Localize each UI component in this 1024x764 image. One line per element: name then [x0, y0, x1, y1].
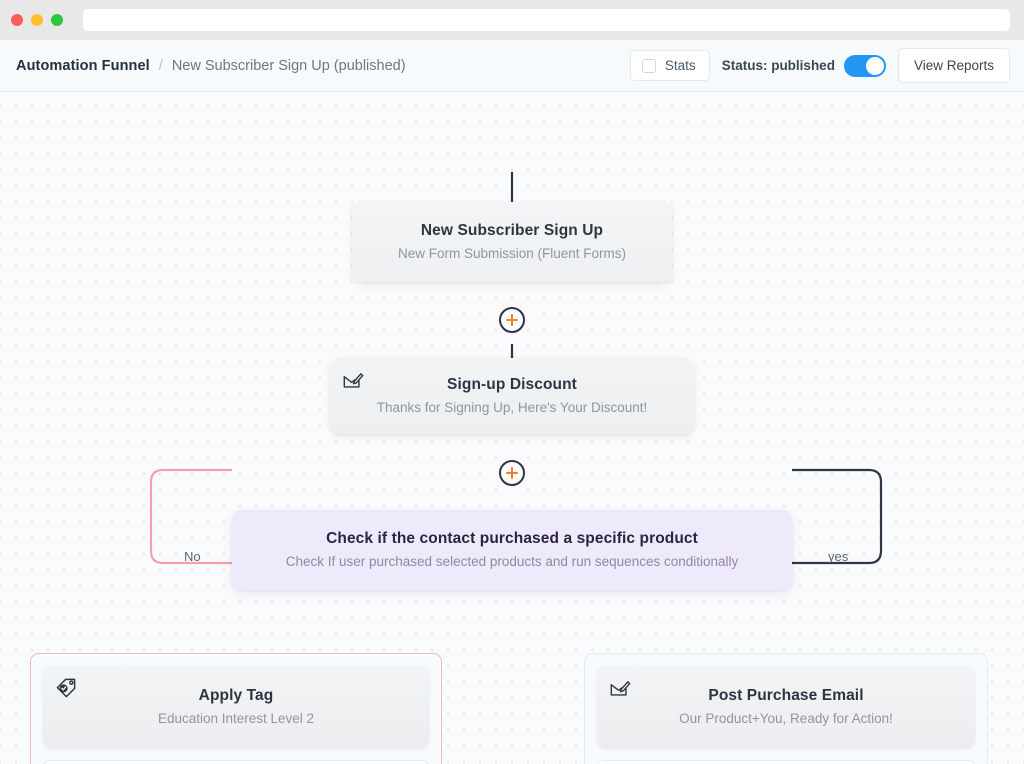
breadcrumb-separator: /: [159, 58, 163, 74]
stats-checkbox[interactable]: [642, 59, 656, 73]
add-action-button-no-branch[interactable]: Add Action: [43, 760, 429, 764]
node-condition-title: Check if the contact purchased a specifi…: [326, 529, 698, 548]
maximize-window-button[interactable]: [51, 14, 63, 26]
branch-container-no: Apply Tag Education Interest Level 2 Add…: [30, 653, 442, 764]
header-actions: Stats Status: published View Reports: [630, 48, 1010, 83]
add-step-after-trigger-button[interactable]: [499, 307, 525, 333]
branch-label-no: No: [180, 549, 205, 564]
node-trigger-title: New Subscriber Sign Up: [421, 221, 603, 240]
node-signup-discount-email[interactable]: Sign-up Discount Thanks for Signing Up, …: [330, 358, 694, 434]
node-post-purchase-email-title: Post Purchase Email: [708, 686, 863, 705]
node-condition-subtitle: Check If user purchased selected product…: [286, 554, 739, 571]
close-window-button[interactable]: [11, 14, 23, 26]
branch-label-yes: yes: [824, 549, 852, 564]
node-trigger[interactable]: New Subscriber Sign Up New Form Submissi…: [352, 202, 672, 282]
envelope-pencil-icon: [342, 369, 364, 391]
view-reports-button[interactable]: View Reports: [898, 48, 1010, 83]
node-apply-tag-title: Apply Tag: [199, 686, 274, 705]
breadcrumb: Automation Funnel / New Subscriber Sign …: [16, 58, 406, 74]
node-trigger-subtitle: New Form Submission (Fluent Forms): [398, 246, 626, 263]
node-condition-purchase-check[interactable]: Check if the contact purchased a specifi…: [232, 510, 792, 590]
funnel-canvas[interactable]: New Subscriber Sign Up New Form Submissi…: [0, 92, 1024, 764]
minimize-window-button[interactable]: [31, 14, 43, 26]
app-header: Automation Funnel / New Subscriber Sign …: [0, 40, 1024, 92]
status-control: Status: published: [722, 55, 886, 77]
status-label: Status: published: [722, 58, 835, 73]
node-email-title: Sign-up Discount: [447, 375, 577, 394]
browser-titlebar: [0, 0, 1024, 40]
node-email-subtitle: Thanks for Signing Up, Here's Your Disco…: [377, 400, 647, 417]
node-post-purchase-email-subtitle: Our Product+You, Ready for Action!: [679, 711, 893, 728]
node-apply-tag[interactable]: Apply Tag Education Interest Level 2: [43, 666, 429, 748]
node-post-purchase-email[interactable]: Post Purchase Email Our Product+You, Rea…: [597, 666, 975, 748]
stats-toggle[interactable]: Stats: [630, 50, 710, 81]
app-window: Automation Funnel / New Subscriber Sign …: [0, 0, 1024, 764]
breadcrumb-root[interactable]: Automation Funnel: [16, 58, 150, 74]
envelope-pencil-icon: [609, 677, 631, 699]
add-step-after-email-button[interactable]: [499, 460, 525, 486]
status-toggle-switch[interactable]: [844, 55, 886, 77]
node-apply-tag-subtitle: Education Interest Level 2: [158, 711, 314, 728]
toggle-knob: [866, 57, 884, 75]
branch-container-yes: Post Purchase Email Our Product+You, Rea…: [584, 653, 988, 764]
add-action-button-yes-branch[interactable]: Add Action: [597, 760, 975, 764]
stats-label: Stats: [665, 58, 696, 73]
traffic-lights: [11, 14, 63, 26]
address-bar[interactable]: [83, 9, 1010, 31]
tag-check-icon: [55, 677, 77, 699]
breadcrumb-current: New Subscriber Sign Up (published): [172, 58, 406, 74]
